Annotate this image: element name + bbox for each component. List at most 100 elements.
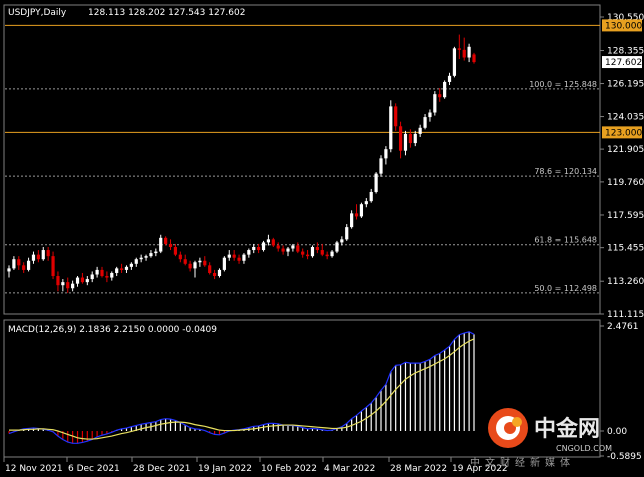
candle-body [124,266,129,270]
candle-body [443,81,447,98]
date-tick-label: 28 Dec 2021 [133,464,191,474]
date-tick-label: 19 Jan 2022 [198,464,252,474]
candle-body [296,245,300,252]
candle-body [90,274,94,280]
candle-body [281,248,285,252]
candle-body [85,279,89,283]
price-tag-label: 127.602 [605,58,642,68]
candle-body [154,251,158,254]
candle-body [305,254,310,257]
candle-body [119,268,124,270]
candle-body [389,106,393,150]
candle-body [340,239,344,243]
candle-body [447,75,452,82]
candle-body [330,251,334,257]
candle-body [242,254,246,261]
candle-body [354,213,359,217]
candle-body [159,237,163,252]
price-tag-label: 123.000 [605,128,642,138]
price-tick-label: 115.455 [607,244,644,254]
candle-body [394,106,398,127]
candle-body [61,282,65,286]
candle-body [149,253,153,257]
candle-body [398,126,403,151]
date-tick-label: 4 Mar 2022 [324,464,375,474]
candle-body [359,204,364,217]
macd-tick-label: 2.4761 [607,322,639,332]
candle-body [139,257,143,260]
candle-body [178,254,182,260]
candle-body [423,117,427,128]
candle-body [222,257,226,270]
candle-body [26,260,31,270]
price-tick-label: 119.760 [607,178,644,188]
price-tick-label: 126.195 [607,80,644,90]
candle-body [95,269,99,275]
candle-body [203,260,207,266]
macd-header: MACD(12,26,9) 2.1836 2.2150 0.0000 -0.04… [8,325,217,335]
candle-body [212,272,217,277]
date-tick-label: 12 Nov 2021 [5,464,63,474]
price-tick-label: 117.595 [607,211,644,221]
price-tick-label: 121.905 [607,145,644,155]
candle-body [115,268,119,273]
candle-body [457,48,461,50]
macd-tick-label: 0.00 [607,427,627,437]
level-label: 61.8 = 115.648 [534,236,597,245]
macd-tick-label: -0.5895 [607,452,642,462]
candle-body [80,277,85,283]
candle-body [17,259,21,266]
candle-body [286,248,290,252]
candle-body [379,158,383,174]
candle-body [41,250,45,260]
candle-body [433,94,437,113]
price-tick-label: 124.035 [607,113,644,123]
candle-body [193,262,197,269]
candle-body [7,268,11,272]
candle-body [232,254,236,258]
candle-body [462,49,466,58]
candle-body [408,133,412,144]
candle-body [144,256,148,258]
price-tick-label: 128.355 [607,47,644,57]
watermark-sub: 中文财经新媒体 [470,456,575,469]
candle-body [110,272,114,278]
watermark-en: CNGOLD.COM [556,444,612,453]
candle-body [36,254,40,260]
candle-body [271,239,275,246]
candle-body [266,239,271,243]
candle-body [168,243,173,247]
candle-body [384,149,388,159]
candle-body [276,245,280,249]
level-label: 78.6 = 120.134 [534,167,597,176]
level-label: 100.0 = 125.848 [529,80,597,89]
candle-body [12,259,16,269]
candle-body [217,269,222,277]
candle-body [105,276,109,278]
candle-body [66,282,70,289]
candle-body [188,263,192,269]
date-tick-label: 28 Mar 2022 [390,464,447,474]
candle-body [301,251,305,255]
candle-body [173,246,178,255]
candle-body [472,54,476,63]
candle-body [374,173,378,192]
candle-body [345,227,349,240]
candle-body [237,257,241,261]
candle-body [364,201,368,205]
candle-body [134,259,138,264]
price-tick-label: 113.260 [607,277,644,287]
candle-body [310,246,315,257]
candle-body [208,265,212,273]
candle-body [418,127,422,134]
candle-body [261,242,266,251]
candle-body [291,245,295,249]
candle-body [164,237,168,244]
candle-body [369,191,373,202]
trading-chart[interactable]: 100.0 = 125.848 78.6 = 120.134 61.8 = 115.… [0,0,644,477]
price-tick-label: 111.115 [607,310,644,320]
candle-body [198,260,202,263]
candle-body [257,246,261,251]
candle-body [467,46,471,58]
candle-body [438,94,442,98]
